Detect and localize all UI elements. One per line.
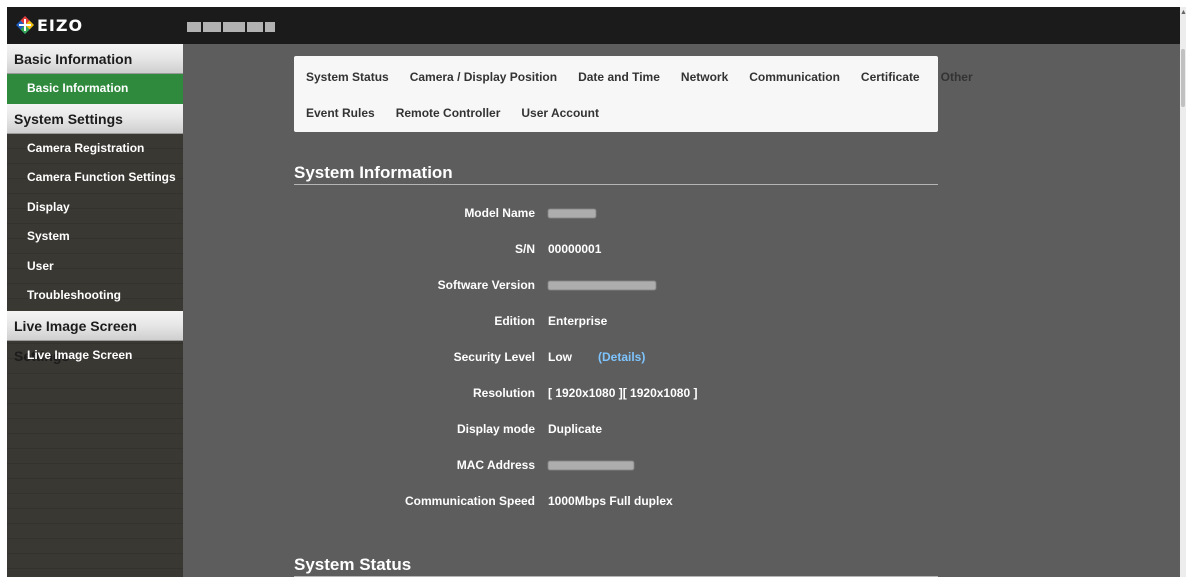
info-value: Enterprise — [548, 314, 608, 328]
tab-camera-display-position[interactable]: Camera / Display Position — [410, 70, 557, 84]
eizo-logo: EIZO — [15, 15, 83, 35]
sidebar-nav: Basic Information Basic Information Syst… — [7, 44, 183, 577]
info-row-display-mode: Display mode Duplicate — [294, 422, 938, 438]
top-header: EIZO — [7, 7, 1180, 44]
info-label: Software Version — [437, 278, 535, 292]
tab-communication[interactable]: Communication — [749, 70, 840, 84]
device-model-title-blurred — [187, 19, 282, 32]
info-label: Edition — [494, 314, 535, 328]
info-label: Model Name — [464, 206, 535, 220]
info-value: 00000001 — [548, 242, 602, 256]
info-value: Low (Details) — [548, 350, 645, 364]
info-row-sn: S/N 00000001 — [294, 242, 938, 258]
model-name-value-blurred — [548, 206, 596, 220]
sidebar-item-troubleshooting[interactable]: Troubleshooting — [7, 281, 183, 311]
sidebar-item-camera-function-settings[interactable]: Camera Function Settings — [7, 163, 183, 193]
info-label: Display mode — [456, 422, 535, 436]
tab-certificate[interactable]: Certificate — [861, 70, 920, 84]
section-title-system-information: System Information — [294, 163, 453, 182]
sidebar-item-display[interactable]: Display — [7, 193, 183, 223]
mac-address-value-blurred — [548, 458, 634, 472]
tab-date-and-time[interactable]: Date and Time — [578, 70, 660, 84]
scroll-up-arrow-icon[interactable]: ▲ — [1180, 9, 1186, 17]
eizo-logo-icon — [16, 16, 34, 34]
vertical-scrollbar[interactable]: ▲ — [1180, 7, 1186, 577]
section-title-system-status: System Status — [294, 555, 412, 574]
sidebar-item-user[interactable]: User — [7, 252, 183, 282]
sidebar-item-system[interactable]: System — [7, 222, 183, 252]
security-level-value: Low — [548, 350, 572, 364]
info-row-resolution: Resolution [ 1920x1080 ][ 1920x1080 ] — [294, 386, 938, 402]
info-label: S/N — [514, 242, 535, 256]
info-label: Resolution — [473, 386, 535, 400]
sidebar-section-live-image-screen-settings[interactable]: Live Image Screen Settings — [7, 310, 183, 364]
info-row-security-level: Security Level Low (Details) — [294, 350, 938, 366]
sidebar-section-system-settings[interactable]: System Settings — [7, 103, 183, 134]
logo-text: EIZO — [37, 15, 84, 35]
info-row-edition: Edition Enterprise — [294, 314, 938, 330]
info-label: Communication Speed — [404, 494, 535, 508]
info-value: [ 1920x1080 ][ 1920x1080 ] — [548, 386, 698, 400]
info-row-model-name: Model Name — [294, 206, 938, 222]
info-label: MAC Address — [456, 458, 535, 472]
settings-tab-bar: System Status Camera / Display Position … — [294, 56, 973, 132]
info-row-software-version: Software Version — [294, 278, 938, 294]
info-row-communication-speed: Communication Speed 1000Mbps Full duplex — [294, 494, 938, 510]
main-content: System Status Camera / Display Position … — [183, 44, 1180, 577]
tab-remote-controller[interactable]: Remote Controller — [396, 106, 501, 120]
sidebar-item-basic-information[interactable]: Basic Information — [7, 74, 183, 104]
tab-other[interactable]: Other — [941, 70, 973, 84]
info-value: Duplicate — [548, 422, 603, 436]
security-details-link[interactable]: (Details) — [598, 350, 645, 364]
sidebar-item-camera-registration[interactable]: Camera Registration — [7, 134, 183, 164]
sidebar-section-basic-information[interactable]: Basic Information — [7, 44, 183, 74]
scroll-thumb[interactable] — [1181, 49, 1185, 107]
info-label: Security Level — [453, 350, 535, 364]
tab-event-rules[interactable]: Event Rules — [306, 106, 375, 120]
info-row-mac-address: MAC Address — [294, 458, 938, 474]
software-version-value-blurred — [548, 278, 656, 292]
section-divider — [294, 184, 938, 185]
info-value: 1000Mbps Full duplex — [548, 494, 673, 508]
tab-system-status[interactable]: System Status — [306, 70, 389, 84]
tab-user-account[interactable]: User Account — [521, 106, 599, 120]
sidebar-item-live-image-screen[interactable]: Live Image Screen — [7, 341, 183, 371]
tab-network[interactable]: Network — [681, 70, 728, 84]
